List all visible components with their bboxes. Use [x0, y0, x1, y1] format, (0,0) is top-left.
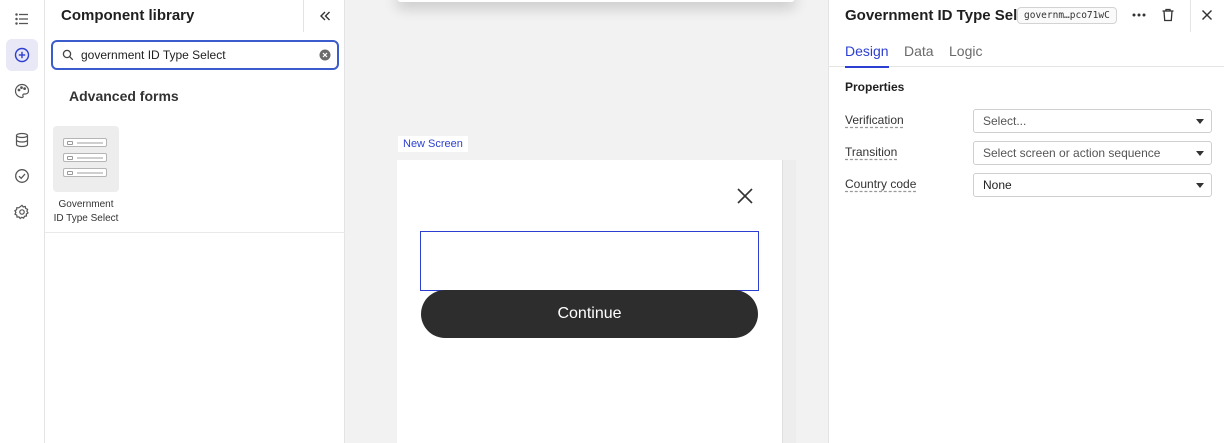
library-title: Component library	[61, 7, 195, 24]
more-button[interactable]	[1130, 6, 1148, 24]
chevron-down-icon	[1196, 151, 1204, 156]
search-box	[51, 40, 339, 70]
data-button[interactable]	[6, 124, 38, 156]
trash-icon	[1162, 8, 1174, 22]
library-header: Component library	[45, 0, 345, 34]
theme-button[interactable]	[6, 75, 38, 107]
checks-button[interactable]	[6, 160, 38, 192]
close-panel-button[interactable]	[1198, 6, 1216, 24]
search-icon	[62, 49, 74, 61]
previous-screen[interactable]	[397, 0, 795, 2]
verification-label: Verification	[845, 113, 904, 127]
screen-frame[interactable]: Continue	[397, 160, 796, 443]
selected-component-outline[interactable]	[420, 231, 759, 291]
component-card[interactable]: Government ID Type Select	[53, 126, 119, 230]
tab-data[interactable]: Data	[904, 43, 934, 66]
close-icon	[1202, 10, 1212, 20]
canvas[interactable]: New Screen Continue	[345, 0, 828, 443]
screen-scrollbar[interactable]	[782, 160, 796, 443]
divider	[45, 232, 345, 233]
screen-label[interactable]: New Screen	[398, 136, 468, 152]
component-thumbnail	[53, 126, 119, 192]
chevron-down-icon	[1196, 119, 1204, 124]
delete-button[interactable]	[1159, 6, 1177, 24]
collapse-panel-icon	[319, 11, 330, 21]
verification-value: Select...	[983, 114, 1027, 128]
properties-section-title: Properties	[845, 80, 905, 94]
transition-value: Select screen or action sequence	[983, 146, 1161, 160]
left-rail	[0, 0, 45, 443]
transition-select[interactable]: Select screen or action sequence	[973, 141, 1212, 165]
transition-label: Transition	[845, 145, 898, 159]
country-code-value: None	[983, 178, 1012, 192]
tab-logic[interactable]: Logic	[949, 43, 982, 66]
component-library-panel: Component library Advanced forms Governm…	[45, 0, 345, 443]
database-icon	[15, 132, 29, 148]
settings-button[interactable]	[6, 196, 38, 228]
component-id-badge[interactable]: governm…pco71wC	[1017, 7, 1117, 24]
country-code-label: Country code	[845, 177, 917, 191]
add-circle-icon	[14, 47, 30, 63]
gear-icon	[14, 204, 29, 220]
close-icon[interactable]	[735, 186, 755, 206]
component-title: Government ID Type Sel...	[845, 7, 1030, 24]
more-icon	[1132, 13, 1146, 17]
properties-panel: Government ID Type Sel... governm…pco71w…	[828, 0, 1224, 443]
chevron-down-icon	[1196, 183, 1204, 188]
list-icon	[15, 13, 28, 25]
outline-button[interactable]	[6, 3, 38, 35]
header-divider	[1190, 0, 1191, 32]
clear-search-icon[interactable]	[319, 49, 331, 61]
add-component-button[interactable]	[6, 39, 38, 71]
verification-select[interactable]: Select...	[973, 109, 1212, 133]
check-circle-icon	[15, 169, 29, 183]
properties-tabs: Design Data Logic	[829, 34, 1224, 68]
country-code-select[interactable]: None	[973, 173, 1212, 197]
palette-icon	[14, 83, 30, 99]
component-label: Government ID Type Select	[53, 199, 119, 224]
search-input[interactable]	[81, 45, 311, 65]
collapse-panel-button[interactable]	[303, 0, 345, 32]
section-title: Advanced forms	[69, 88, 179, 104]
tab-design[interactable]: Design	[845, 43, 889, 68]
continue-button[interactable]: Continue	[421, 290, 758, 338]
